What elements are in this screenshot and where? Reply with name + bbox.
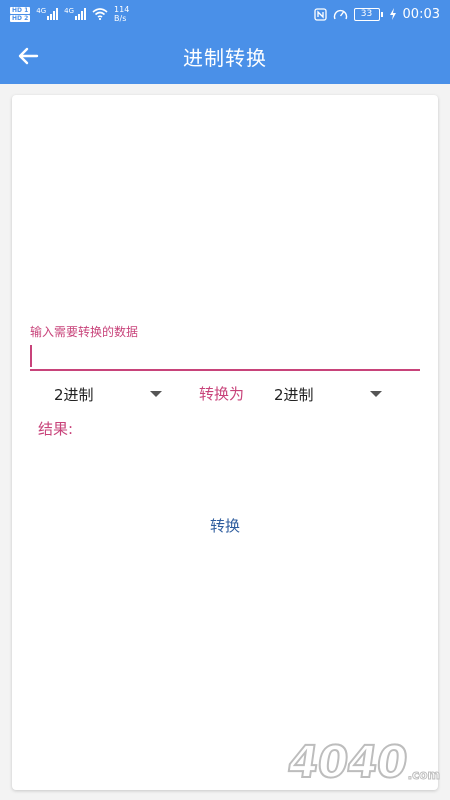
convert-to-label: 转换为 xyxy=(199,385,245,403)
sim1-badge: HD 1 xyxy=(10,6,31,14)
status-left: HD 1 HD 2 4G 4G 114 B/s xyxy=(10,5,129,23)
arrow-left-icon xyxy=(18,47,39,65)
back-button[interactable] xyxy=(14,42,42,70)
signal-icon-2: 4G xyxy=(64,8,87,20)
watermark-suffix: .com xyxy=(407,768,440,783)
net-speed-value: 114 xyxy=(114,5,130,14)
watermark-text: 4040 xyxy=(284,736,412,789)
net-speed: 114 B/s xyxy=(114,5,129,23)
convert-button[interactable]: 转换 xyxy=(182,507,268,543)
clock: 00:03 xyxy=(402,6,440,22)
to-base-select[interactable]: 2进制 xyxy=(274,381,386,407)
battery-level: 33 xyxy=(353,7,380,21)
sim-badges: HD 1 HD 2 xyxy=(10,6,31,22)
result-label: 结果: xyxy=(38,420,74,438)
chevron-down-icon xyxy=(370,391,382,397)
input-label: 输入需要转换的数据 xyxy=(30,325,139,339)
wifi-icon xyxy=(92,8,108,20)
status-right: 33 00:03 xyxy=(313,6,440,22)
app-bar: 进制转换 xyxy=(0,28,450,84)
chevron-down-icon xyxy=(150,391,162,397)
conversion-row: 2进制 转换为 2进制 xyxy=(12,381,438,407)
watermark-logo: 4040 .com xyxy=(284,736,441,789)
status-bar: HD 1 HD 2 4G 4G 114 B/s 33 00:03 xyxy=(0,0,450,28)
text-cursor xyxy=(30,345,32,367)
data-input[interactable] xyxy=(30,343,420,371)
from-base-value: 2进制 xyxy=(54,385,94,404)
converter-card: 输入需要转换的数据 2进制 转换为 2进制 结果: 转换 xyxy=(12,95,438,790)
battery-icon: 33 xyxy=(353,7,383,21)
signal-icon: 4G xyxy=(36,8,59,20)
net-speed-unit: B/s xyxy=(114,14,127,23)
from-base-select[interactable]: 2进制 xyxy=(54,381,166,407)
charging-icon xyxy=(389,8,396,20)
page-title: 进制转换 xyxy=(183,45,267,70)
nfc-icon xyxy=(313,7,327,21)
speedometer-icon xyxy=(333,9,347,19)
sim2-badge: HD 2 xyxy=(10,14,31,22)
to-base-value: 2进制 xyxy=(274,385,314,404)
